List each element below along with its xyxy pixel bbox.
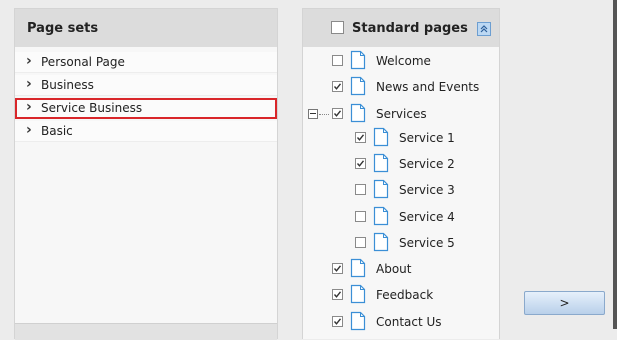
- page-document-icon: [350, 50, 366, 77]
- chevron-right-icon: ›: [26, 53, 32, 69]
- page-label: Feedback: [376, 288, 434, 302]
- page-document-icon: [350, 258, 366, 285]
- page-document-icon: [350, 311, 366, 338]
- page-document-icon: [373, 206, 389, 233]
- page-document-icon: [373, 127, 389, 154]
- page-checkbox[interactable]: [332, 289, 343, 300]
- page-label: Service 2: [399, 157, 455, 171]
- page-document-icon: [350, 103, 366, 130]
- page-document-icon: [373, 179, 389, 206]
- page-tree-row[interactable]: Contact Us: [303, 311, 499, 333]
- page-set-label: Business: [41, 78, 94, 92]
- page-tree-row[interactable]: Service 3: [303, 179, 499, 201]
- window-edge: [613, 0, 617, 329]
- page-checkbox[interactable]: [332, 108, 343, 119]
- page-tree-row[interactable]: About: [303, 258, 499, 280]
- page-sets-panel: Page sets › Personal Page › Business › S…: [14, 8, 278, 340]
- page-checkbox[interactable]: [332, 316, 343, 327]
- page-checkbox[interactable]: [355, 184, 366, 195]
- page-tree-row[interactable]: Feedback: [303, 284, 499, 306]
- standard-pages-header: Standard pages: [303, 9, 499, 47]
- page-set-personal-page[interactable]: › Personal Page: [15, 52, 277, 73]
- page-tree-row[interactable]: Service 1: [303, 127, 499, 149]
- page-set-service-business[interactable]: › Service Business: [15, 98, 277, 119]
- page-tree-row[interactable]: Service 2: [303, 153, 499, 175]
- page-tree-row[interactable]: Services: [303, 103, 499, 125]
- page-checkbox[interactable]: [332, 81, 343, 92]
- page-label: Welcome: [376, 54, 431, 68]
- panel-footer-strip: [15, 323, 277, 340]
- page-label: Service 1: [399, 131, 455, 145]
- page-set-label: Service Business: [41, 101, 143, 115]
- select-all-checkbox[interactable]: [331, 21, 344, 34]
- page-checkbox[interactable]: [332, 55, 343, 66]
- page-document-icon: [373, 153, 389, 180]
- page-sets-title: Page sets: [15, 9, 277, 47]
- page-checkbox[interactable]: [355, 158, 366, 169]
- chevron-right-icon: ›: [26, 122, 32, 138]
- page-checkbox[interactable]: [355, 237, 366, 248]
- page-tree-row[interactable]: News and Events: [303, 76, 499, 98]
- page-set-basic[interactable]: › Basic: [15, 121, 277, 142]
- page-checkbox[interactable]: [332, 263, 343, 274]
- page-document-icon: [350, 76, 366, 103]
- page-document-icon: [373, 232, 389, 259]
- tree-connector: [319, 114, 329, 116]
- page-checkbox[interactable]: [355, 132, 366, 143]
- page-label: Service 5: [399, 236, 455, 250]
- collapse-node-icon[interactable]: [308, 109, 318, 119]
- page-set-label: Personal Page: [41, 55, 125, 69]
- chevron-right-icon: ›: [26, 99, 32, 115]
- chevron-right-icon: ›: [26, 76, 32, 92]
- page-checkbox[interactable]: [355, 211, 366, 222]
- standard-pages-panel: Standard pages Welcome News and Events Ser…: [302, 8, 500, 339]
- page-label: Contact Us: [376, 315, 442, 329]
- page-tree-row[interactable]: Service 4: [303, 206, 499, 228]
- collapse-up-icon[interactable]: [477, 22, 491, 36]
- page-tree-row[interactable]: Service 5: [303, 232, 499, 254]
- page-label: About: [376, 262, 412, 276]
- page-tree-row[interactable]: Welcome: [303, 50, 499, 72]
- page-sets-list: › Personal Page › Business › Service Bus…: [15, 47, 277, 142]
- page-set-business[interactable]: › Business: [15, 75, 277, 96]
- page-label: Services: [376, 107, 427, 121]
- next-button[interactable]: >: [524, 291, 605, 315]
- page-label: Service 4: [399, 210, 455, 224]
- page-document-icon: [350, 284, 366, 311]
- page-label: Service 3: [399, 183, 455, 197]
- page-set-label: Basic: [41, 124, 73, 138]
- page-label: News and Events: [376, 80, 480, 94]
- standard-pages-title: Standard pages: [352, 21, 468, 36]
